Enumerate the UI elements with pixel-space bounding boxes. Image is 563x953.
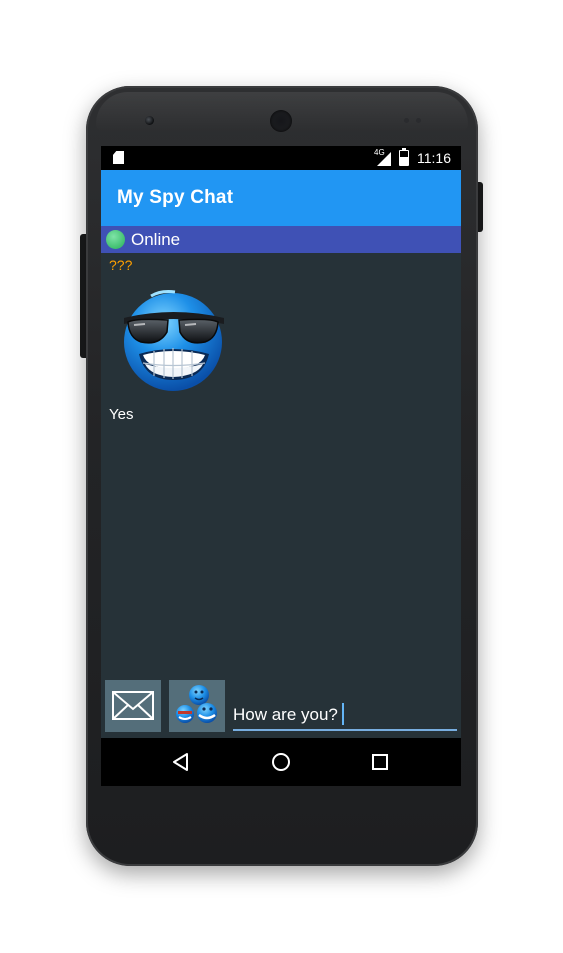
navigation-bar (101, 738, 461, 786)
status-clock: 11:16 (417, 150, 451, 166)
message-text: Yes (109, 406, 134, 423)
network-type: 4G (374, 148, 385, 157)
status-bar: 4G 11:16 (101, 146, 461, 170)
back-button[interactable] (165, 746, 197, 778)
send-button[interactable] (105, 680, 161, 732)
back-icon (173, 753, 188, 771)
online-status-icon (106, 230, 125, 249)
battery-charging-icon (399, 148, 409, 166)
presence-bar: Online (101, 226, 461, 253)
stickers-icon (176, 685, 217, 723)
recents-button[interactable] (364, 746, 396, 778)
front-camera (145, 116, 154, 125)
cool-sunglasses-smiley-icon (124, 290, 224, 391)
presence-label: Online (131, 230, 181, 249)
app-bar: My Spy Chat (101, 170, 461, 226)
device-frame: 4G 11:16 My Spy Chat Online ??? Yes How … (0, 0, 563, 953)
text-cursor (342, 703, 344, 725)
message-input[interactable] (233, 701, 457, 731)
home-button[interactable] (265, 746, 297, 778)
proximity-sensor (404, 118, 409, 123)
sd-card-icon (113, 151, 124, 164)
home-icon (272, 753, 290, 771)
envelope-icon (112, 691, 154, 720)
message-sender: ??? (109, 257, 133, 273)
light-sensor (416, 118, 421, 123)
app-title: My Spy Chat (117, 187, 234, 208)
recents-icon (372, 754, 388, 770)
screen: 4G 11:16 My Spy Chat Online ??? Yes How … (101, 146, 461, 786)
earpiece-speaker (270, 110, 292, 132)
stickers-button[interactable] (169, 680, 225, 732)
